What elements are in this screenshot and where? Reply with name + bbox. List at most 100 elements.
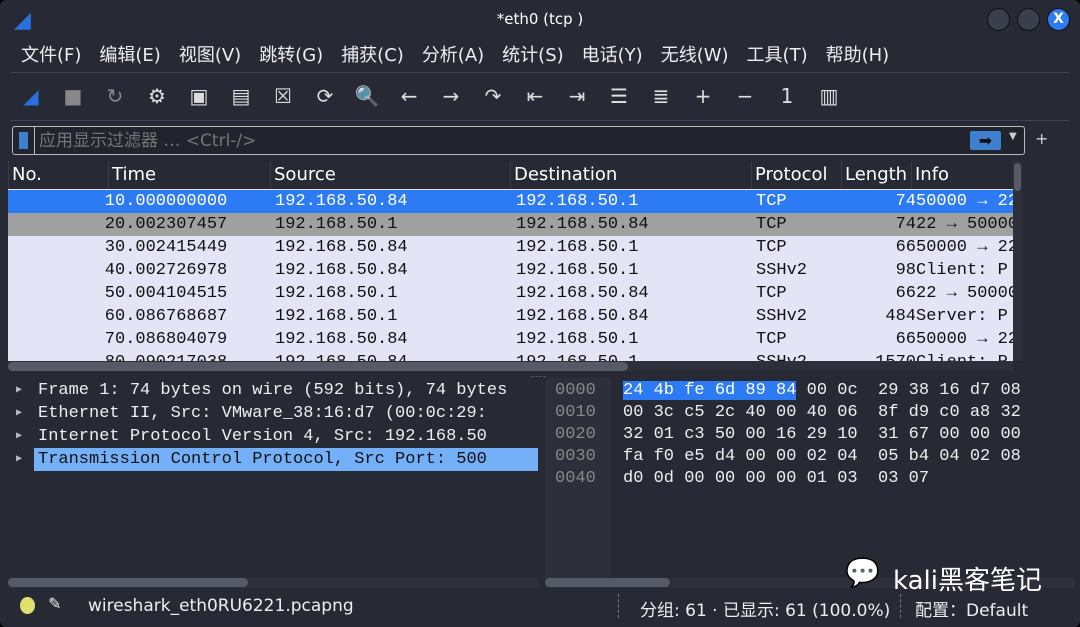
packet-row[interactable]: 6 0.086768687 192.168.50.1 192.168.50.84 SSH… [8, 305, 1013, 328]
packet-dst: 192.168.50.1 [516, 192, 639, 211]
packet-len: 66 [895, 238, 916, 257]
packet-dst: 192.168.50.84 [516, 307, 649, 326]
packet-row[interactable]: 7 0.086804079 192.168.50.84 192.168.50.1 TCP… [8, 328, 1013, 351]
detail-tree-item[interactable]: ▶ Internet Protocol Version 4, Src: 192.1… [8, 425, 538, 448]
packet-dst: 192.168.50.1 [516, 238, 639, 257]
packet-bytes-pane: 0000 0010 0020 0030 0040 24 4b fe 6d 89 84 00… [545, 378, 1075, 588]
normal-size-icon[interactable]: 1 [770, 79, 804, 113]
display-filter-bar: ➡ ▼ [12, 126, 1025, 155]
packet-no: 4 [104, 261, 115, 280]
column-header-info[interactable]: Info [911, 161, 949, 189]
menu-item[interactable]: 无线(W) [652, 40, 738, 72]
packet-list: No. Time Source Destination Protocol Length In… [8, 161, 1013, 361]
reload-file-icon[interactable]: ⟳ [308, 79, 342, 113]
column-header-proto[interactable]: Protocol [751, 161, 828, 189]
restart-capture-icon[interactable]: ↻ [98, 79, 132, 113]
packet-row[interactable]: 1 0.000000000 192.168.50.84 192.168.50.1 TCP… [8, 190, 1013, 213]
go-forward-icon[interactable]: → [434, 79, 468, 113]
save-file-icon[interactable]: ▤ [224, 79, 258, 113]
stop-capture-icon[interactable]: ■ [56, 79, 90, 113]
wechat-icon: 💬 [845, 556, 880, 589]
expand-arrow-icon[interactable]: ▶ [16, 448, 22, 471]
go-back-icon[interactable]: ← [392, 79, 426, 113]
packet-info: 50000 → 22 [916, 192, 1013, 211]
packet-list-vscrollbar[interactable] [1013, 161, 1022, 361]
filter-dropdown-icon[interactable]: ▼ [1009, 131, 1017, 142]
bookmark-icon[interactable] [19, 132, 28, 149]
resize-columns-icon[interactable]: ▥ [812, 79, 846, 113]
packet-src: 192.168.50.1 [275, 215, 398, 234]
minimize-button[interactable] [987, 8, 1010, 31]
packet-proto: TCP [756, 238, 787, 257]
capture-options-icon[interactable]: ⚙ [140, 79, 174, 113]
open-file-icon[interactable]: ▣ [182, 79, 216, 113]
find-packet-icon[interactable]: 🔍 [350, 79, 384, 113]
menu-item[interactable]: 统计(S) [493, 40, 572, 72]
expert-info-icon[interactable] [20, 597, 35, 614]
column-header-time[interactable]: Time [108, 161, 156, 189]
detail-tree-item[interactable]: ▶ Ethernet II, Src: VMware_38:16:d7 (00:0… [8, 402, 538, 425]
packet-info: 22 → 50000 [916, 284, 1013, 303]
maximize-button[interactable] [1017, 8, 1040, 31]
packet-len: 66 [895, 330, 916, 349]
menu-item[interactable]: 捕获(C) [332, 40, 413, 72]
close-file-icon[interactable]: ☒ [266, 79, 300, 113]
packet-row[interactable]: 2 0.002307457 192.168.50.1 192.168.50.84 TCP… [8, 213, 1013, 236]
start-capture-icon[interactable]: ◢ [14, 79, 48, 113]
menu-item[interactable]: 电话(Y) [573, 40, 652, 72]
detail-tree-item[interactable]: ▶ Frame 1: 74 bytes on wire (592 bits), 7… [8, 379, 538, 402]
divider [10, 120, 1070, 121]
zoom-in-icon[interactable]: + [686, 79, 720, 113]
column-header-len[interactable]: Length [841, 161, 907, 189]
hex-bytes-text: 00 0c 29 38 16 d7 08 [796, 381, 1021, 400]
colorize-icon[interactable]: ≣ [644, 79, 678, 113]
add-filter-button[interactable]: + [1035, 129, 1048, 148]
menu-item[interactable]: 工具(T) [738, 40, 817, 72]
display-filter-input[interactable] [39, 129, 959, 152]
packet-len: 98 [895, 261, 916, 280]
column-header-dst[interactable]: Destination [510, 161, 617, 189]
packet-proto: TCP [756, 330, 787, 349]
packet-dst: 192.168.50.1 [516, 351, 638, 361]
packet-info: Client: P [916, 261, 1008, 280]
menu-item[interactable]: 分析(A) [413, 40, 493, 72]
packet-row[interactable]: 80.090217038 192.168.50.84 192.168.50.1 SSH… [8, 351, 1013, 361]
packet-proto: TCP [756, 284, 787, 303]
hex-offset: 0000 [555, 381, 596, 400]
last-packet-icon[interactable]: ⇥ [560, 79, 594, 113]
arrow-right-icon[interactable]: ➡ [970, 131, 1001, 150]
expand-arrow-icon[interactable]: ▶ [16, 379, 22, 402]
packet-src: 192.168.50.84 [275, 192, 408, 211]
autoscroll-icon[interactable]: ☰ [602, 79, 636, 113]
column-header-src[interactable]: Source [270, 161, 336, 189]
packet-time: 0.002415449 [115, 238, 228, 257]
menu-item[interactable]: 编辑(E) [90, 40, 169, 72]
packet-row[interactable]: 5 0.004104515 192.168.50.1 192.168.50.84 TCP… [8, 282, 1013, 305]
close-button[interactable]: X [1047, 8, 1070, 31]
main-toolbar: ◢ ■ ↻ ⚙ ▣ ▤ ☒ ⟳ 🔍 ← → ↷ ⇤ ⇥ ☰ ≣ + −1 ▥ [14, 76, 846, 116]
hex-offset: 0030 [555, 447, 596, 466]
divider [34, 127, 35, 154]
profile-button[interactable]: 配置：Default [915, 596, 1028, 621]
wireshark-window: ◢ *eth0 (tcp ) X 文件(F) 编辑(E) 视图(V) 跳转(G) 捕获(… [0, 0, 1080, 627]
expand-arrow-icon[interactable]: ▶ [16, 425, 22, 448]
details-hscrollbar[interactable] [8, 578, 538, 588]
capture-comment-icon[interactable]: ✎ [48, 594, 61, 613]
first-packet-icon[interactable]: ⇤ [518, 79, 552, 113]
packet-list-hscrollbar[interactable] [8, 361, 1013, 371]
packet-no: 5 [104, 284, 115, 303]
go-to-packet-icon[interactable]: ↷ [476, 79, 510, 113]
column-header-no[interactable]: No. [8, 161, 42, 189]
menu-item[interactable]: 文件(F) [12, 40, 90, 72]
menu-item[interactable]: 帮助(H) [817, 40, 899, 72]
packet-row[interactable]: 3 0.002415449 192.168.50.84 192.168.50.1 TCP… [8, 236, 1013, 259]
zoom-out-icon[interactable]: − [728, 79, 762, 113]
menu-item[interactable]: 视图(V) [170, 40, 250, 72]
detail-tree-item[interactable]: ▶ Transmission Control Protocol, Src Port… [8, 448, 538, 471]
packet-no: 6 [104, 307, 115, 326]
hex-bytes: d0 0d 00 00 00 00 01 03 03 07 [623, 467, 929, 490]
packet-len: 74 [895, 192, 916, 211]
expand-arrow-icon[interactable]: ▶ [16, 402, 22, 425]
menu-item[interactable]: 跳转(G) [250, 40, 332, 72]
packet-row[interactable]: 4 0.002726978 192.168.50.84 192.168.50.1 SSH… [8, 259, 1013, 282]
